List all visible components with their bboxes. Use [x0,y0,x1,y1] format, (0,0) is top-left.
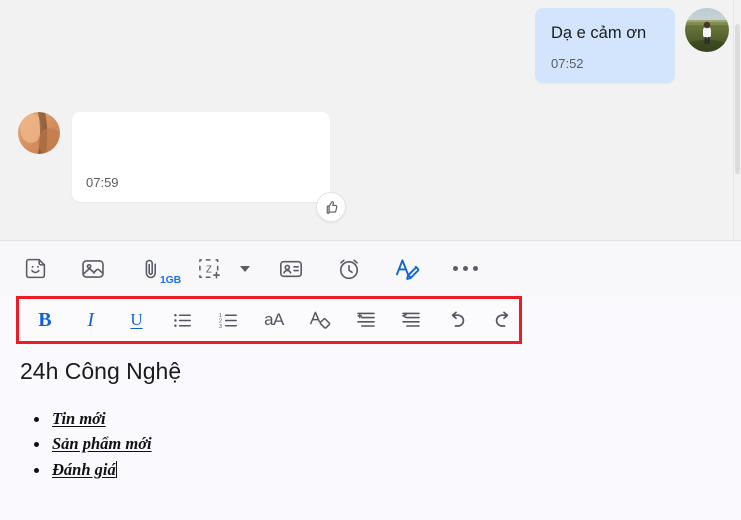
bold-glyph: B [38,308,52,331]
zalo-chat-window: Dạ e cảm ơn 07:52 07:59 1GB Z B I U 1 2 … [0,0,741,520]
editor-bullet-list: Tin mới Sản phẩm mới Đánh giá [20,406,721,483]
attachment-size-badge: 1GB [160,273,181,286]
underline-button[interactable]: U [121,303,153,337]
outgoing-message-bubble[interactable]: Dạ e cảm ơn 07:52 [535,8,675,84]
list-item-text: Sản phẩm mới [52,434,152,454]
message-editor[interactable]: 24h Công Nghệ Tin mới Sản phẩm mới Đánh … [0,354,741,482]
image-icon[interactable] [76,252,110,286]
underline-glyph: U [130,310,143,329]
font-size-glyph: aA [264,310,284,329]
svg-text:3: 3 [219,323,222,329]
undo-button[interactable] [441,303,473,337]
business-card-icon[interactable] [274,252,308,286]
attachment-icon[interactable]: 1GB [134,252,181,286]
reminder-clock-icon[interactable] [332,252,366,286]
list-item-text: Tin mới [52,408,106,428]
incoming-message-time: 07:59 [86,175,119,190]
ellipsis-dots [452,266,478,271]
decrease-indent-button[interactable] [396,303,428,337]
screenshot-icon[interactable]: Z [192,252,226,286]
format-toolbar: B I U 1 2 3 aA [19,299,519,341]
list-item-text: Đánh giá [52,459,116,479]
outgoing-message-row: Dạ e cảm ơn 07:52 [535,8,729,84]
incoming-message-bubble[interactable]: 07:59 [72,112,346,222]
list-item: Tin mới [34,406,721,432]
numbered-list-button[interactable]: 1 2 3 [212,303,244,337]
contact-avatar[interactable] [18,112,60,154]
format-text-icon[interactable] [390,252,424,286]
thumbs-up-icon[interactable] [316,192,346,222]
font-size-button[interactable]: aA [258,303,290,337]
compose-editor-panel: B I U 1 2 3 aA 24h Công Nghệ Tin mới Sản… [0,296,741,520]
clear-format-button[interactable] [304,303,336,337]
bullet-list-button[interactable] [166,303,198,337]
outgoing-message-text: Dạ e cảm ơn [551,24,647,42]
redo-button[interactable] [487,303,519,337]
editor-title-line: 24h Công Nghệ [20,358,182,384]
italic-glyph: I [87,308,95,331]
chat-scrollbar-thumb[interactable] [735,24,740,174]
chat-message-area: Dạ e cảm ơn 07:52 07:59 [0,0,741,240]
sticker-icon[interactable] [18,252,52,286]
chevron-down-icon[interactable] [240,265,250,272]
text-cursor [115,460,118,478]
chat-scrollbar[interactable] [733,0,741,240]
bold-button[interactable]: B [29,303,61,337]
compose-toolbar: 1GB Z [0,240,741,296]
increase-indent-button[interactable] [350,303,382,337]
incoming-message-row: 07:59 [18,112,346,222]
more-options-icon[interactable] [448,252,482,286]
sender-avatar[interactable] [685,8,729,52]
svg-text:Z: Z [206,264,212,275]
outgoing-message-time: 07:52 [551,56,584,72]
list-item: Sản phẩm mới [34,431,721,457]
italic-button[interactable]: I [75,303,107,337]
list-item: Đánh giá [34,457,721,483]
format-toolbar-highlight: B I U 1 2 3 aA [16,296,522,344]
